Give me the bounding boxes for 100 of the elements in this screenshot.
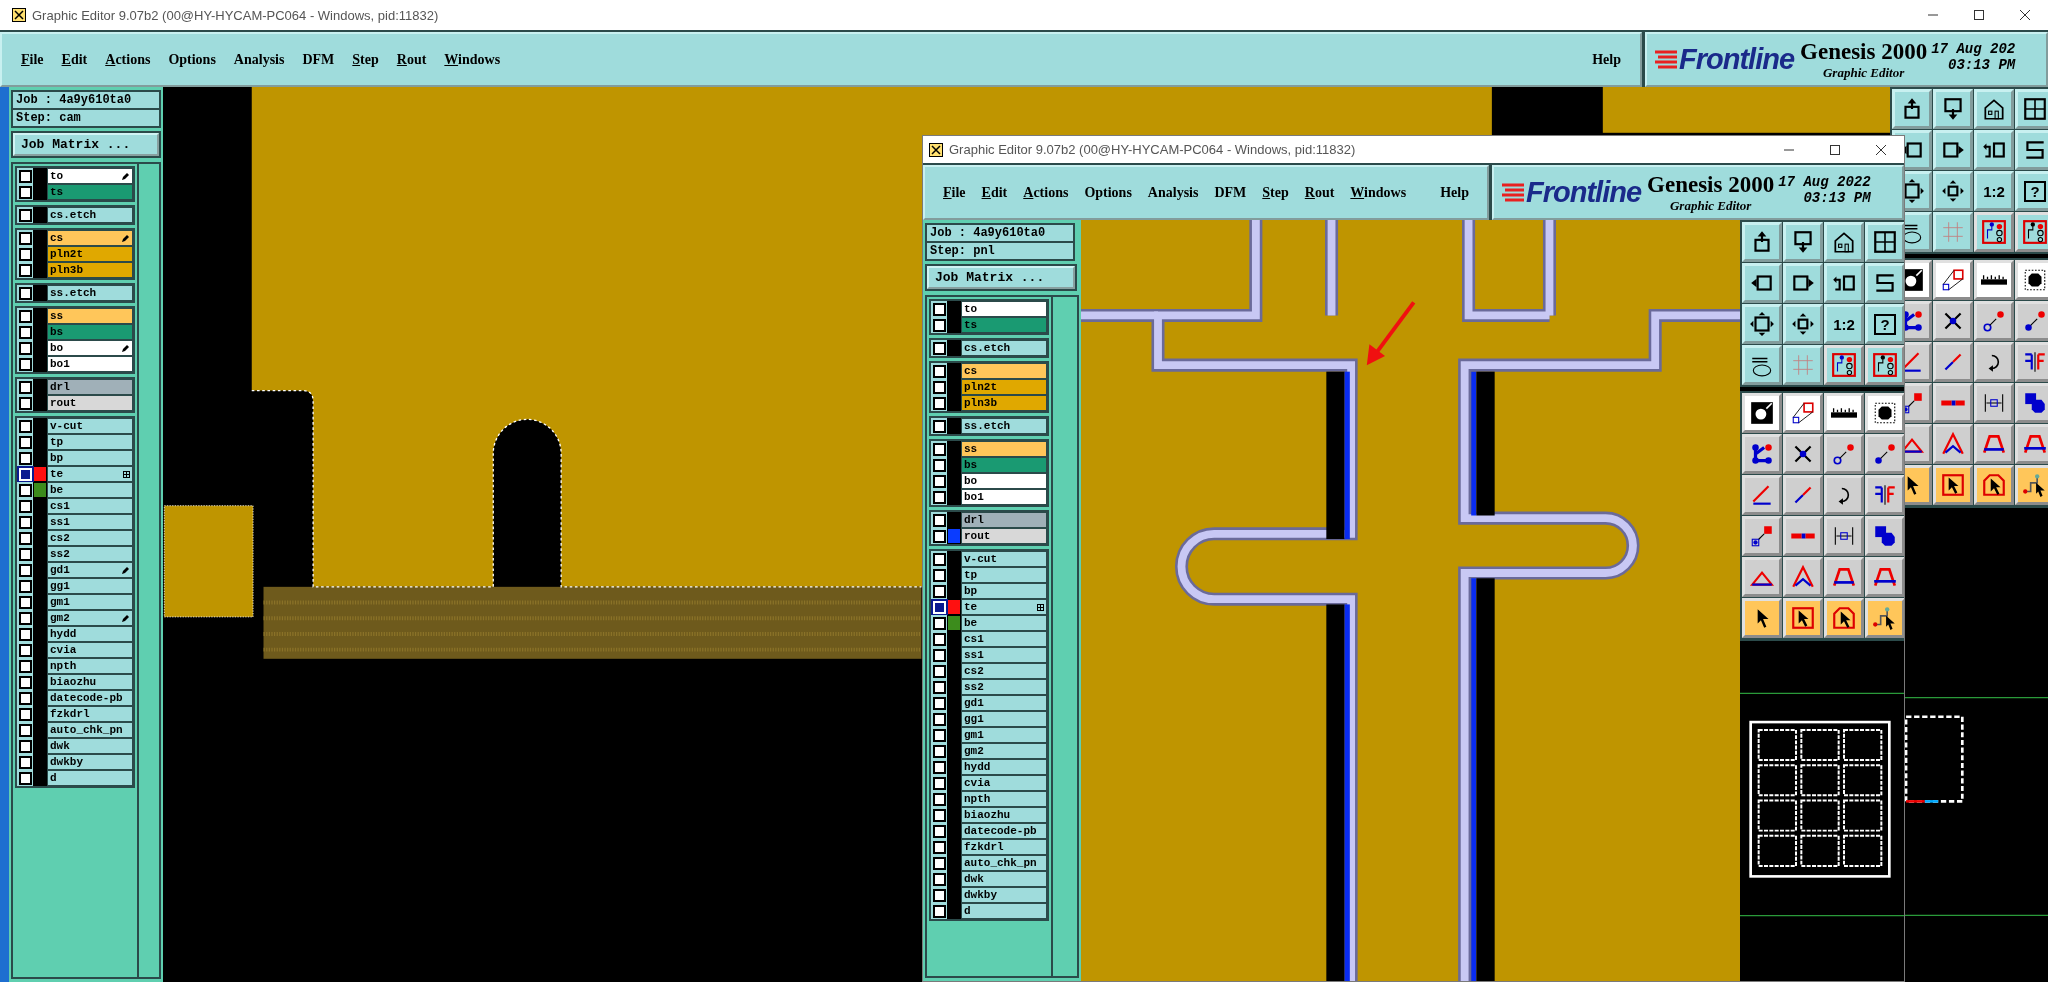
- menu-item[interactable]: Edit: [973, 184, 1016, 201]
- layer-item[interactable]: rout: [961, 528, 1047, 544]
- layer-checkbox[interactable]: [18, 579, 32, 593]
- layer-item[interactable]: gm1: [961, 727, 1047, 743]
- layer-item[interactable]: pln3b: [47, 262, 133, 278]
- job-matrix-button[interactable]: Job Matrix ...: [927, 266, 1075, 289]
- layer-item[interactable]: ss: [47, 308, 133, 324]
- layer-checkbox[interactable]: [18, 739, 32, 753]
- layer-item[interactable]: pln2t: [961, 379, 1047, 395]
- layer-item[interactable]: pln2t: [47, 246, 133, 262]
- box-arrow-right-button[interactable]: [1933, 130, 1973, 170]
- layer-item[interactable]: ss2: [47, 546, 133, 562]
- point-arrow-button[interactable]: [2015, 301, 2048, 341]
- home-button[interactable]: [1974, 89, 2014, 129]
- layer-item[interactable]: dwk: [961, 871, 1047, 887]
- layer-item[interactable]: te: [47, 466, 133, 482]
- layer-item[interactable]: ts: [47, 184, 133, 200]
- layer-checkbox[interactable]: [932, 513, 946, 527]
- layer-checkbox[interactable]: [932, 744, 946, 758]
- square-link-button[interactable]: [1783, 393, 1823, 433]
- layer-checkbox[interactable]: [18, 231, 32, 245]
- layer-item[interactable]: bo: [47, 340, 133, 356]
- layer-checkbox[interactable]: [932, 648, 946, 662]
- layer-checkbox[interactable]: [18, 531, 32, 545]
- menu-item[interactable]: Options: [159, 51, 225, 68]
- layer-item[interactable]: datecode-pb: [47, 690, 133, 706]
- menu-item[interactable]: Step: [343, 51, 388, 68]
- layer-checkbox[interactable]: [932, 760, 946, 774]
- layer-checkbox[interactable]: [932, 568, 946, 582]
- layer-item[interactable]: cs.etch: [47, 207, 133, 223]
- menu-item[interactable]: Rout: [1296, 184, 1343, 201]
- layer-checkbox[interactable]: [932, 552, 946, 566]
- trapezoid-cross-button[interactable]: [1865, 557, 1904, 597]
- layer-item[interactable]: auto_chk_pn: [961, 855, 1047, 871]
- layer-item[interactable]: cvia: [961, 775, 1047, 791]
- layer-item[interactable]: npth: [47, 658, 133, 674]
- layer-item[interactable]: v-cut: [47, 418, 133, 434]
- menu-item[interactable]: Rout: [387, 51, 436, 68]
- octagon-button[interactable]: [1865, 393, 1904, 433]
- square-link-button[interactable]: [1933, 260, 1973, 300]
- layer-item[interactable]: be: [47, 482, 133, 498]
- layer-checkbox[interactable]: [18, 499, 32, 513]
- layer-checkbox[interactable]: [18, 396, 32, 410]
- layer-item[interactable]: fzkdrl: [47, 706, 133, 722]
- layer-item[interactable]: ss2: [961, 679, 1047, 695]
- layer-checkbox[interactable]: [932, 584, 946, 598]
- layer-checkbox[interactable]: [932, 888, 946, 902]
- shrink-box-button[interactable]: [1933, 171, 1973, 211]
- layer-checkbox[interactable]: [932, 458, 946, 472]
- layer-checkbox[interactable]: [18, 286, 32, 300]
- layer-checkbox[interactable]: [932, 792, 946, 806]
- layer-checkbox[interactable]: [18, 643, 32, 657]
- layer-checkbox[interactable]: [932, 396, 946, 410]
- layer-item[interactable]: dwk: [47, 738, 133, 754]
- layer-item[interactable]: ss1: [47, 514, 133, 530]
- layer-checkbox[interactable]: [18, 755, 32, 769]
- span-measure-button[interactable]: [1824, 516, 1864, 556]
- layer-checkbox[interactable]: [18, 611, 32, 625]
- layer-item[interactable]: bo1: [47, 356, 133, 372]
- menu-item[interactable]: File: [12, 51, 53, 68]
- layer-item[interactable]: ts: [961, 317, 1047, 333]
- layer-item[interactable]: gm1: [47, 594, 133, 610]
- layer-item[interactable]: tp: [961, 567, 1047, 583]
- layer-checkbox[interactable]: [932, 856, 946, 870]
- layer-checkbox[interactable]: [18, 169, 32, 183]
- s-curve-button[interactable]: [2015, 130, 2048, 170]
- help-menu[interactable]: Help: [1583, 51, 1630, 68]
- chevron-button[interactable]: [1783, 557, 1823, 597]
- layer-checkbox[interactable]: [932, 872, 946, 886]
- trapezoid-button[interactable]: [1974, 424, 2014, 464]
- layer-checkbox[interactable]: [932, 840, 946, 854]
- pointer-octagon-button[interactable]: [1824, 598, 1864, 638]
- layer-checkbox[interactable]: [932, 824, 946, 838]
- box-arrow-up-button[interactable]: [1892, 89, 1932, 129]
- pointer-route-button[interactable]: [2015, 465, 2048, 505]
- span-measure-button[interactable]: [1974, 383, 2014, 423]
- layer-item[interactable]: bo1: [961, 489, 1047, 505]
- layer-item[interactable]: d: [47, 770, 133, 786]
- layer-checkbox[interactable]: [932, 364, 946, 378]
- layer-checkbox[interactable]: [18, 547, 32, 561]
- menu-item[interactable]: Actions: [96, 51, 160, 68]
- trapezoid-cross-button[interactable]: [2015, 424, 2048, 464]
- layer-item[interactable]: rout: [47, 395, 133, 411]
- square-arrow-button[interactable]: [1742, 516, 1782, 556]
- layer-item[interactable]: npth: [961, 791, 1047, 807]
- layer-checkbox[interactable]: [18, 451, 32, 465]
- layer-item[interactable]: ss1: [961, 647, 1047, 663]
- menu-item[interactable]: Windows: [435, 51, 510, 68]
- layer-checkbox[interactable]: [18, 185, 32, 199]
- layer-item[interactable]: bp: [961, 583, 1047, 599]
- mirror-f-button[interactable]: [2015, 342, 2048, 382]
- scale-button[interactable]: 1:2: [1824, 304, 1864, 344]
- layer-checkbox[interactable]: [932, 664, 946, 678]
- box-arrow-down-button[interactable]: [1933, 89, 1973, 129]
- angle-line-button[interactable]: [1742, 475, 1782, 515]
- layer-checkbox[interactable]: [18, 659, 32, 673]
- layer-checkbox[interactable]: [932, 696, 946, 710]
- menu-item[interactable]: DFM: [293, 51, 344, 68]
- layer-checkbox[interactable]: [932, 632, 946, 646]
- home-button[interactable]: [1824, 222, 1864, 262]
